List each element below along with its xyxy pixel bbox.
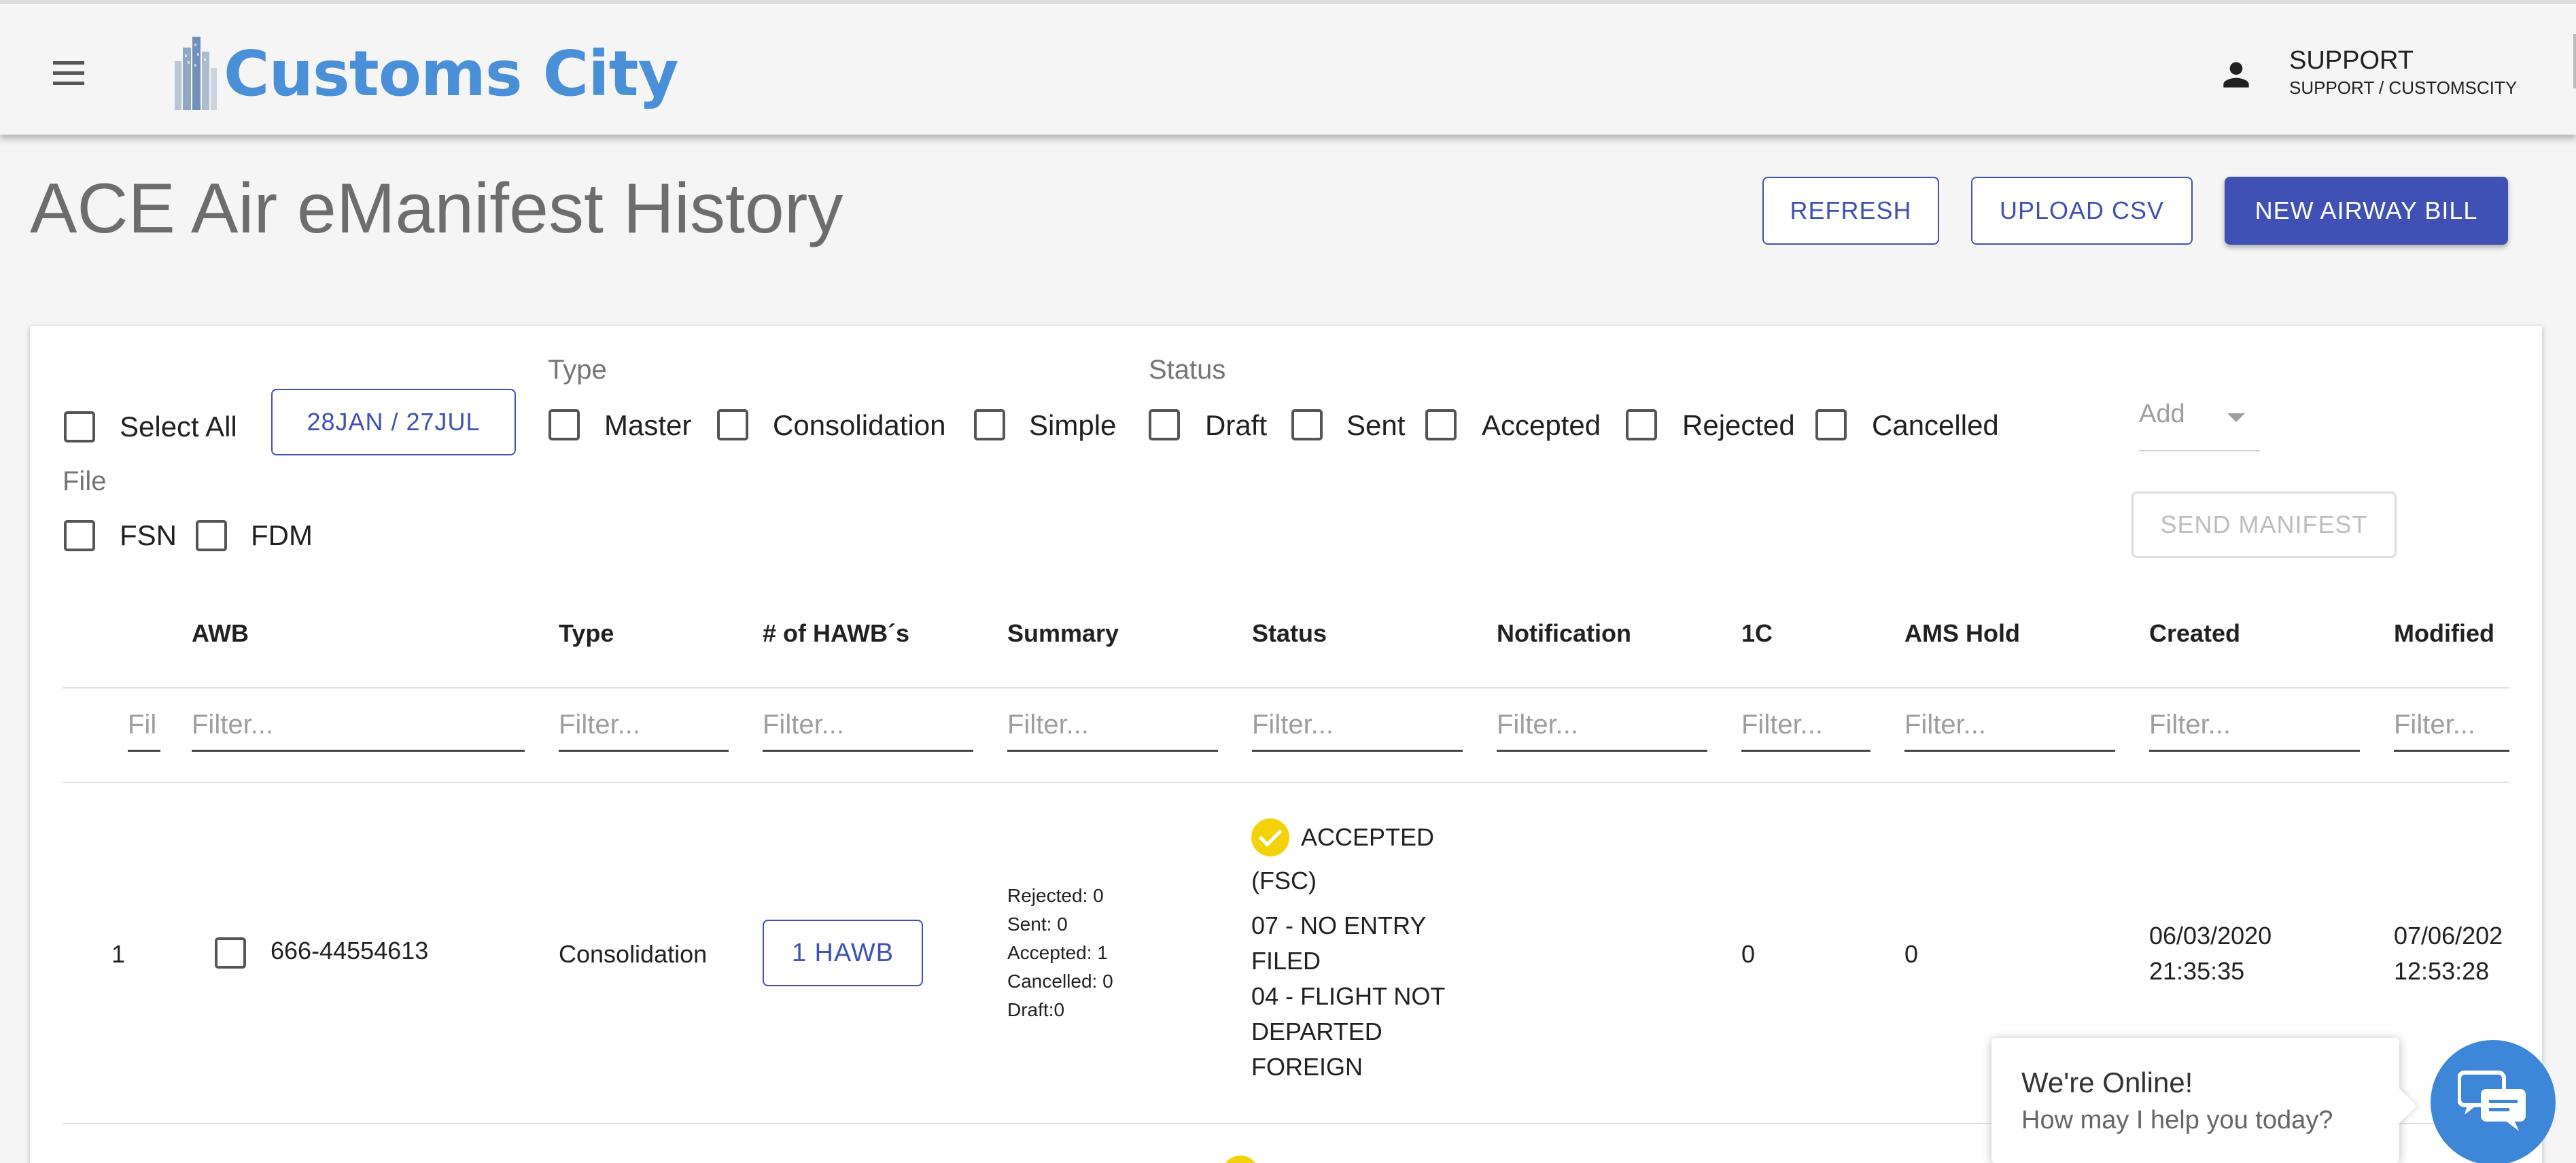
new-airway-bill-button[interactable]: NEW AIRWAY BILL (2225, 177, 2508, 245)
type-master-label: Master (604, 409, 692, 441)
app-logo[interactable]: Customs City (173, 33, 679, 114)
file-fsn-label: FSN (120, 519, 177, 551)
column-header-ams-hold[interactable]: AMS Hold (1904, 619, 2020, 648)
page-title: ACE Air eManifest History (30, 169, 843, 248)
send-manifest-button: SEND MANIFEST (2131, 491, 2397, 558)
status-cancelled-checkbox[interactable] (1815, 409, 1847, 440)
chat-launcher-button[interactable] (2431, 1040, 2556, 1163)
chat-title: We're Online! (2021, 1066, 2193, 1098)
summary-accepted: Accepted: 1 (1007, 942, 1108, 963)
status-detail: (FSC) (1251, 867, 1317, 895)
summary-sent: Sent: 0 (1007, 914, 1068, 935)
row-summary: Rejected: 0 Sent: 0 Accepted: 1 Cancelle… (1007, 882, 1113, 1024)
hawb-filter-input[interactable] (763, 700, 973, 752)
status-rejected-label: Rejected (1682, 409, 1795, 441)
column-header-type[interactable]: Type (559, 619, 614, 648)
column-header-summary[interactable]: Summary (1007, 619, 1119, 648)
upload-csv-button[interactable]: UPLOAD CSV (1971, 177, 2193, 245)
row-select-checkbox[interactable] (215, 937, 246, 969)
column-header-modified[interactable]: Modified (2394, 619, 2494, 648)
1c-filter-input[interactable] (1741, 700, 1870, 752)
dropdown-caret-icon (2227, 413, 2245, 422)
status-accepted-label: Accepted (1482, 409, 1601, 441)
column-header-hawb-count[interactable]: # of HAWB´s (763, 619, 909, 648)
status-filter-input[interactable] (1252, 700, 1463, 752)
logo-buildings-icon (175, 37, 217, 110)
row-1c: 0 (1741, 940, 1756, 968)
add-dropdown-value: Add (2139, 400, 2185, 428)
chat-greeting-bubble[interactable]: We're Online! How may I help you today? (1991, 1038, 2399, 1163)
summary-rejected: Rejected: 0 (1007, 885, 1104, 906)
file-group-label: File (63, 466, 107, 496)
top-app-bar: Customs City SUPPORT SUPPORT / CUSTOMSCI… (0, 0, 2576, 135)
created-filter-input[interactable] (2149, 700, 2360, 752)
status-label: ACCEPTED (1301, 823, 1435, 851)
select-all-label: Select All (120, 411, 237, 442)
person-icon[interactable] (2217, 56, 2255, 94)
type-group-label: Type (548, 355, 607, 385)
filter-divider (63, 782, 2509, 783)
row-type: Consolidation (559, 940, 708, 968)
type-master-checkbox[interactable] (549, 409, 580, 440)
select-all-checkbox[interactable] (64, 411, 95, 442)
row-created-date: 06/03/2020 (2149, 922, 2272, 950)
row-ams-hold: 0 (1904, 940, 1919, 968)
row-created-time: 21:35:35 (2149, 957, 2245, 985)
file-fdm-label: FDM (251, 519, 313, 551)
chat-bubbles-icon (2458, 1071, 2526, 1131)
status-cancelled-label: Cancelled (1872, 409, 1999, 441)
user-organization: SUPPORT / CUSTOMSCITY (2289, 77, 2518, 98)
status-sent-label: Sent (1346, 409, 1406, 441)
header-divider (63, 687, 2509, 689)
row-index-filter-input[interactable] (128, 700, 160, 752)
summary-cancelled: Cancelled: 0 (1007, 971, 1113, 992)
status-code-1: 07 - NO ENTRY FILED (1251, 912, 1426, 975)
summary-filter-input[interactable] (1007, 700, 1218, 752)
column-header-created[interactable]: Created (2149, 619, 2240, 648)
scrollbar-edge (2573, 34, 2576, 88)
type-filter-input[interactable] (559, 700, 729, 752)
file-fsn-checkbox[interactable] (64, 520, 95, 551)
type-consolidation-label: Consolidation (773, 409, 946, 441)
date-range-button[interactable]: 28JAN / 27JUL (271, 389, 516, 455)
check-circle-icon (1251, 818, 1289, 856)
status-code-2: 04 - FLIGHT NOT DEPARTED FOREIGN (1251, 982, 1445, 1081)
row-modified-date: 07/06/202 (2394, 922, 2503, 950)
summary-draft: Draft:0 (1007, 999, 1065, 1020)
notification-filter-input[interactable] (1497, 700, 1707, 752)
type-simple-checkbox[interactable] (974, 409, 1005, 440)
chat-subtitle: How may I help you today? (2021, 1106, 2333, 1134)
status-accepted-checkbox[interactable] (1425, 409, 1457, 440)
type-simple-label: Simple (1029, 409, 1117, 441)
refresh-button[interactable]: REFRESH (1762, 177, 1939, 245)
user-name[interactable]: SUPPORT (2289, 46, 2414, 75)
logo-text: Customs City (224, 37, 679, 110)
column-header-notification[interactable]: Notification (1497, 619, 1631, 648)
ams-hold-filter-input[interactable] (1904, 700, 2115, 752)
hamburger-menu-icon[interactable] (53, 61, 84, 86)
hawb-count-button[interactable]: 1 HAWB (763, 920, 923, 986)
status-draft-label: Draft (1205, 409, 1268, 441)
status-sent-checkbox[interactable] (1291, 409, 1323, 440)
type-consolidation-checkbox[interactable] (717, 409, 748, 440)
status-draft-checkbox[interactable] (1149, 409, 1180, 440)
file-fdm-checkbox[interactable] (196, 520, 227, 551)
column-header-1c[interactable]: 1C (1741, 619, 1773, 648)
awb-number: 666-44554613 (271, 937, 429, 965)
add-dropdown[interactable]: Add (2139, 400, 2260, 451)
row-index: 1 (111, 940, 126, 968)
status-group-label: Status (1149, 355, 1226, 385)
modified-filter-input[interactable] (2394, 700, 2509, 752)
column-header-status[interactable]: Status (1252, 619, 1327, 648)
awb-filter-input[interactable] (192, 700, 525, 752)
status-rejected-checkbox[interactable] (1626, 409, 1657, 440)
row-modified-time: 12:53:28 (2394, 957, 2490, 985)
column-header-awb[interactable]: AWB (192, 619, 249, 648)
